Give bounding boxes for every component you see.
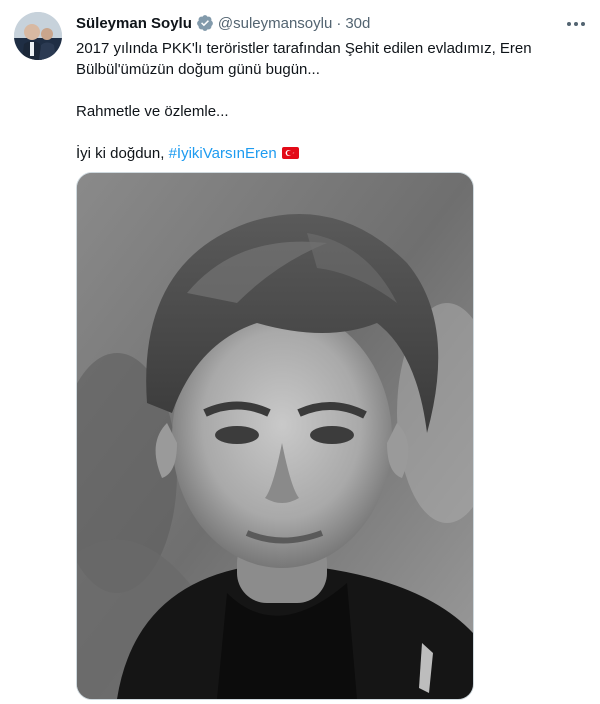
avatar-photo [14, 12, 62, 60]
tweet-text-line: Rahmetle ve özlemle... [76, 103, 229, 120]
tweet-text: 2017 yılında PKK'lı teröristler tarafınd… [76, 38, 576, 164]
boy-portrait-image [77, 173, 473, 699]
verified-badge-icon [196, 14, 214, 32]
tweet-card[interactable]: Süleyman Soylu @suleymansoylu · 30d 2017… [0, 0, 600, 704]
separator-dot: · [336, 14, 342, 32]
author-name[interactable]: Süleyman Soylu [76, 15, 192, 32]
tweet-text-line: İyi ki doğdun, #İyikiVarsınEren [76, 143, 576, 164]
author-handle[interactable]: @suleymansoylu [218, 15, 332, 32]
hashtag-link[interactable]: #İyikiVarsınEren [169, 145, 277, 162]
tweet-text-line: 2017 yılında PKK'lı teröristler tarafınd… [76, 40, 532, 78]
tweet-text-fragment: İyi ki doğdun, [76, 145, 169, 162]
tweet-photo[interactable] [76, 172, 474, 700]
turkey-flag-icon [281, 144, 299, 159]
tweet-timestamp[interactable]: 30d [345, 15, 370, 32]
tweet-header: Süleyman Soylu @suleymansoylu · 30d [76, 12, 586, 34]
more-options-icon[interactable] [564, 14, 588, 34]
author-avatar[interactable] [14, 12, 62, 60]
